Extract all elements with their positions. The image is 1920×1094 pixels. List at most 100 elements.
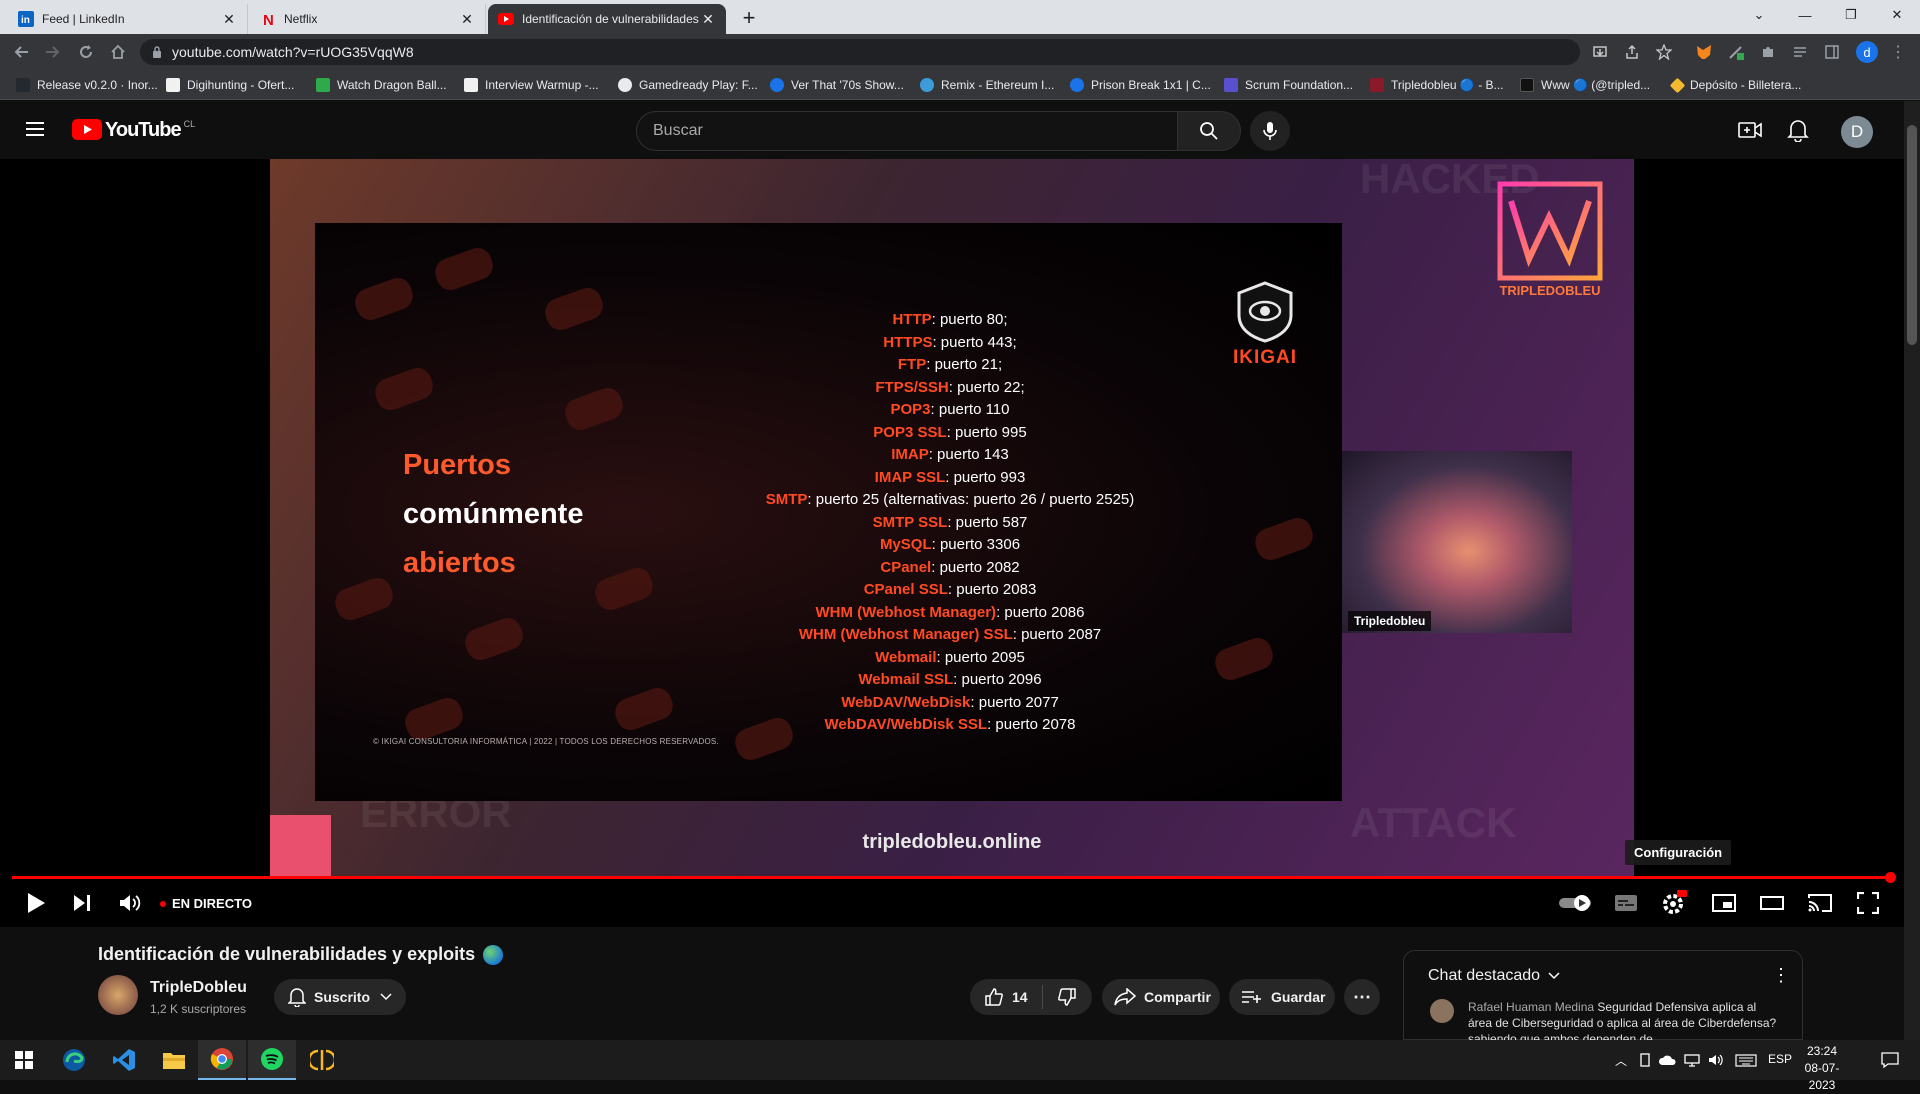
progress-bar[interactable] — [12, 872, 1896, 883]
page-scrollbar[interactable] — [1904, 101, 1920, 1040]
autoplay-toggle[interactable] — [1558, 889, 1594, 917]
tab-youtube-active[interactable]: Identificación de vulnerabilidades y exp… — [488, 4, 726, 34]
youtube-logo[interactable]: YouTube CL — [72, 119, 195, 141]
chrome-menu-icon[interactable]: ⋮ — [1888, 42, 1908, 62]
share-button[interactable]: Compartir — [1102, 979, 1220, 1015]
new-tab-button[interactable]: + — [736, 6, 762, 32]
taskbar-spotify[interactable] — [248, 1040, 296, 1080]
video-player[interactable]: HACKED ERROR ATTACK Puertos comúnmente a… — [0, 159, 1904, 927]
save-button[interactable]: Guardar — [1229, 979, 1335, 1015]
taskbar-edge[interactable] — [50, 1040, 98, 1080]
install-app-icon[interactable] — [1590, 42, 1610, 62]
bookmark-item[interactable]: Release v0.2.0 · Inor... — [16, 76, 158, 94]
bell-icon — [288, 988, 306, 1007]
bookmark-item[interactable]: Ver That '70s Show... — [770, 76, 904, 94]
next-button[interactable] — [68, 889, 96, 917]
settings-button[interactable] — [1660, 889, 1688, 917]
progress-scrubber[interactable] — [1885, 872, 1896, 883]
home-button[interactable] — [106, 40, 130, 64]
bookmark-item[interactable]: Depósito - Billetera... — [1669, 76, 1801, 94]
taskbar-vscode[interactable] — [100, 1040, 148, 1080]
share-icon[interactable] — [1622, 42, 1642, 62]
account-avatar[interactable]: D — [1841, 116, 1873, 148]
close-tab-icon[interactable]: ✕ — [700, 11, 716, 27]
subtitles-button[interactable] — [1612, 889, 1640, 917]
side-panel-icon[interactable] — [1822, 42, 1842, 62]
tray-usb-icon[interactable] — [1636, 1051, 1654, 1069]
more-actions-button[interactable]: ⋯ — [1344, 979, 1380, 1015]
theater-mode-button[interactable] — [1758, 889, 1786, 917]
taskbar-chrome[interactable] — [198, 1040, 246, 1080]
notifications-bell-icon[interactable] — [1787, 118, 1809, 142]
dragonball-icon — [316, 78, 330, 92]
port-line: WebDAV/WebDisk: puerto 2077 — [841, 693, 1059, 711]
volume-button[interactable] — [116, 889, 144, 917]
search-button[interactable] — [1177, 111, 1241, 151]
back-button[interactable] — [10, 40, 34, 64]
windows-start-button[interactable] — [0, 1040, 48, 1080]
bookmark-item[interactable]: Remix - Ethereum I... — [920, 76, 1054, 94]
channel-avatar[interactable] — [98, 975, 138, 1015]
bookmark-item[interactable]: Watch Dragon Ball... — [316, 76, 447, 94]
tripledobleu-icon — [1370, 78, 1384, 92]
dislike-button[interactable] — [1043, 987, 1091, 1007]
taskbar-file-explorer[interactable] — [150, 1040, 198, 1080]
reload-button[interactable] — [74, 40, 98, 64]
close-window-button[interactable]: ✕ — [1874, 0, 1920, 30]
tab-linkedin[interactable]: in Feed | LinkedIn ✕ — [8, 4, 248, 34]
bookmark-item[interactable]: Digihunting - Ofert... — [166, 76, 294, 94]
minimize-button[interactable]: — — [1782, 0, 1828, 30]
forward-button[interactable] — [40, 40, 64, 64]
bookmark-item[interactable]: Prison Break 1x1 | C... — [1070, 76, 1211, 94]
chat-menu-icon[interactable]: ⋮ — [1772, 965, 1790, 986]
close-tab-icon[interactable]: ✕ — [221, 11, 237, 27]
taskbar-app[interactable] — [298, 1040, 346, 1080]
region-code: CL — [183, 119, 196, 129]
system-clock[interactable]: 23:24 08-07-2023 — [1792, 1043, 1852, 1094]
reading-list-icon[interactable] — [1790, 42, 1810, 62]
tab-netflix[interactable]: N Netflix ✕ — [250, 4, 486, 34]
play-button[interactable] — [22, 889, 50, 917]
bookmark-star-icon[interactable] — [1654, 42, 1674, 62]
miniplayer-button[interactable] — [1710, 889, 1738, 917]
subscribed-button[interactable]: Suscrito — [274, 979, 406, 1015]
tray-expand-icon[interactable]: ︿ — [1612, 1051, 1630, 1069]
chat-header[interactable]: Chat destacado — [1428, 967, 1560, 985]
address-bar[interactable]: youtube.com/watch?v=rUOG35VqqW8 — [140, 39, 1580, 65]
bookmark-item[interactable]: Gamedready Play: F... — [618, 76, 758, 94]
speaker-icon[interactable] — [1707, 1051, 1725, 1069]
webcam-name-label: Tripledobleu — [1348, 611, 1432, 631]
tripledobleu-logo: TRIPLEDOBLEU — [1490, 181, 1610, 298]
onedrive-icon[interactable] — [1658, 1051, 1676, 1069]
extensions-puzzle-icon[interactable] — [1758, 42, 1778, 62]
fullscreen-button[interactable] — [1854, 889, 1882, 917]
notification-center-icon[interactable] — [1880, 1050, 1900, 1070]
pen-extension-icon[interactable] — [1726, 42, 1746, 62]
like-button[interactable]: 14 — [970, 985, 1043, 1009]
scrollbar-thumb[interactable] — [1907, 125, 1917, 345]
bookmark-item[interactable]: Www 🔵 (@tripled... — [1520, 76, 1650, 94]
chrome-icon — [210, 1048, 233, 1070]
profile-avatar[interactable]: d — [1856, 41, 1878, 63]
keyboard-icon[interactable] — [1734, 1051, 1758, 1069]
search-input[interactable] — [637, 112, 1177, 150]
bookmark-item[interactable]: Tripledobleu 🔵 - B... — [1370, 76, 1504, 94]
live-badge[interactable]: EN DIRECTO — [160, 896, 252, 911]
tab-search-icon[interactable]: ⌄ — [1736, 0, 1782, 30]
subtitles-icon — [1615, 895, 1637, 911]
create-video-icon[interactable] — [1738, 119, 1762, 141]
input-language[interactable]: ESP — [1768, 1052, 1792, 1066]
network-icon[interactable] — [1683, 1051, 1701, 1069]
restore-button[interactable]: ❐ — [1828, 0, 1874, 30]
close-tab-icon[interactable]: ✕ — [459, 11, 475, 27]
youtube-header: YouTube CL D — [0, 101, 1904, 159]
cast-button[interactable] — [1806, 889, 1834, 917]
folder-icon — [163, 1053, 185, 1069]
channel-name[interactable]: TripleDobleu — [150, 979, 247, 997]
bookmark-item[interactable]: Interview Warmup -... — [464, 76, 599, 94]
metamask-extension-icon[interactable] — [1694, 42, 1714, 62]
hamburger-menu-icon[interactable] — [24, 120, 46, 138]
voice-search-button[interactable] — [1250, 111, 1290, 151]
skip-next-icon — [74, 895, 90, 911]
bookmark-item[interactable]: Scrum Foundation... — [1224, 76, 1353, 94]
